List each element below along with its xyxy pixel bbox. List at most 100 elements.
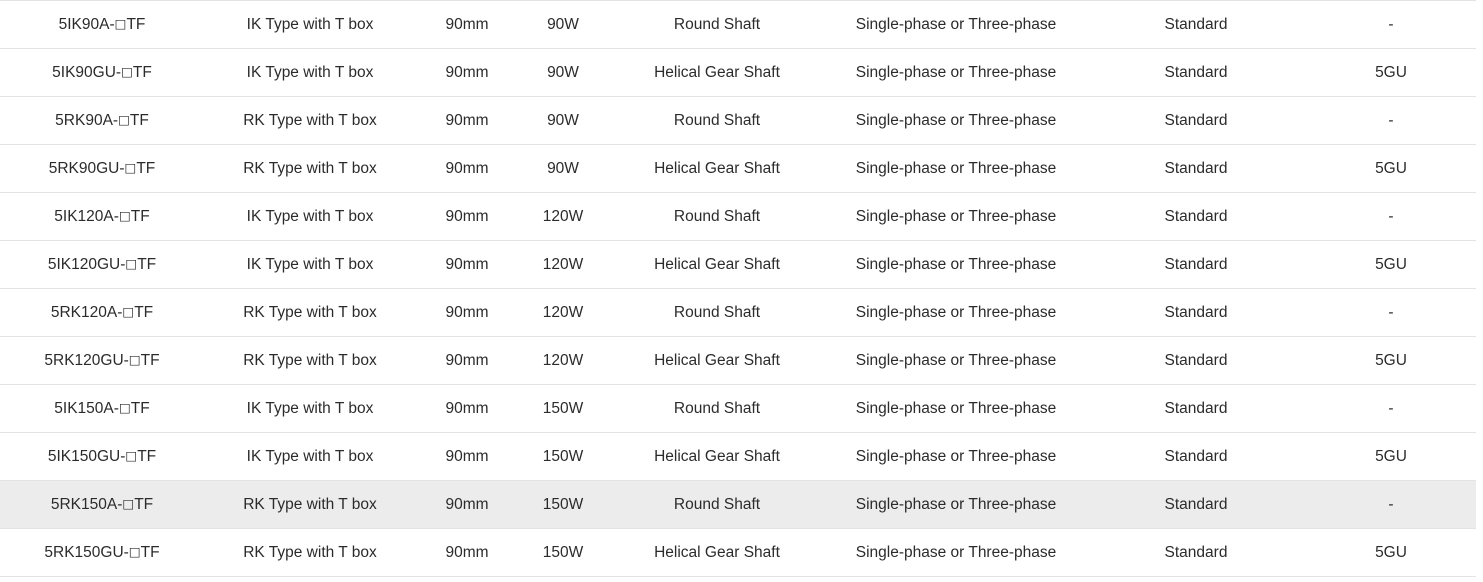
cell-power-supply-phase: Single-phase or Three-phase (826, 240, 1086, 289)
cell-output-power: 90W (518, 144, 608, 193)
cell-gearbox-grade: Standard (1086, 432, 1306, 481)
cell-model-code: 5IK90A-□TF (0, 0, 204, 49)
cell-model-code: 5RK90GU-□TF (0, 144, 204, 193)
cell-power-supply-phase: Single-phase or Three-phase (826, 288, 1086, 337)
cell-frame-size: 90mm (416, 48, 518, 97)
cell-frame-size: 90mm (416, 384, 518, 433)
cell-motor-type: RK Type with T box (204, 144, 416, 193)
cell-motor-type: RK Type with T box (204, 336, 416, 385)
cell-motor-type: IK Type with T box (204, 0, 416, 49)
cell-gearbox-grade: Standard (1086, 240, 1306, 289)
cell-frame-size: 90mm (416, 432, 518, 481)
cell-model-code: 5IK120A-□TF (0, 192, 204, 241)
table-row[interactable]: 5IK150GU-□TF IK Type with T box 90mm 150W He… (0, 432, 1476, 481)
placeholder-square-icon: □ (118, 399, 131, 415)
cell-shaft-type: Helical Gear Shaft (608, 336, 826, 385)
cell-frame-size: 90mm (416, 0, 518, 49)
cell-frame-size: 90mm (416, 336, 518, 385)
cell-frame-size: 90mm (416, 288, 518, 337)
cell-model-code: 5IK150A-□TF (0, 384, 204, 433)
cell-gearhead-model: 5GU (1306, 240, 1476, 289)
table-row[interactable]: 5IK90GU-□TF IK Type with T box 90mm 90W Heli… (0, 48, 1476, 97)
cell-motor-type: RK Type with T box (204, 480, 416, 529)
cell-model-code: 5RK150A-□TF (0, 480, 204, 529)
cell-model-code: 5IK150GU-□TF (0, 432, 204, 481)
cell-gearhead-model: 5GU (1306, 48, 1476, 97)
table-row[interactable]: 5IK150A-□TF IK Type with T box 90mm 150W Rou… (0, 384, 1476, 433)
cell-frame-size: 90mm (416, 96, 518, 145)
cell-output-power: 150W (518, 432, 608, 481)
cell-shaft-type: Round Shaft (608, 288, 826, 337)
cell-power-supply-phase: Single-phase or Three-phase (826, 528, 1086, 577)
table-row[interactable]: 5RK120GU-□TF RK Type with T box 90mm 120W He… (0, 336, 1476, 385)
cell-motor-type: IK Type with T box (204, 48, 416, 97)
cell-shaft-type: Round Shaft (608, 96, 826, 145)
cell-shaft-type: Helical Gear Shaft (608, 432, 826, 481)
cell-gearhead-model: - (1306, 192, 1476, 241)
cell-gearhead-model: - (1306, 0, 1476, 49)
placeholder-square-icon: □ (125, 255, 138, 271)
cell-frame-size: 90mm (416, 240, 518, 289)
cell-gearbox-grade: Standard (1086, 48, 1306, 97)
placeholder-square-icon: □ (124, 159, 137, 175)
cell-output-power: 120W (518, 240, 608, 289)
cell-motor-type: RK Type with T box (204, 288, 416, 337)
cell-shaft-type: Round Shaft (608, 192, 826, 241)
table-row[interactable]: 5RK90GU-□TF RK Type with T box 90mm 90W Heli… (0, 144, 1476, 193)
table-row[interactable]: 5RK90A-□TF RK Type with T box 90mm 90W Round… (0, 96, 1476, 145)
table-row[interactable]: 5IK120A-□TF IK Type with T box 90mm 120W Rou… (0, 192, 1476, 241)
cell-shaft-type: Round Shaft (608, 480, 826, 529)
cell-shaft-type: Helical Gear Shaft (608, 528, 826, 577)
cell-gearhead-model: 5GU (1306, 432, 1476, 481)
placeholder-square-icon: □ (128, 543, 141, 559)
cell-gearhead-model: 5GU (1306, 528, 1476, 577)
cell-power-supply-phase: Single-phase or Three-phase (826, 96, 1086, 145)
cell-motor-type: RK Type with T box (204, 96, 416, 145)
cell-shaft-type: Helical Gear Shaft (608, 240, 826, 289)
cell-gearhead-model: - (1306, 288, 1476, 337)
cell-gearbox-grade: Standard (1086, 480, 1306, 529)
placeholder-square-icon: □ (122, 495, 135, 511)
cell-frame-size: 90mm (416, 528, 518, 577)
cell-gearhead-model: 5GU (1306, 336, 1476, 385)
cell-model-code: 5RK150GU-□TF (0, 528, 204, 577)
table-row[interactable]: 5IK120GU-□TF IK Type with T box 90mm 120W He… (0, 240, 1476, 289)
cell-gearbox-grade: Standard (1086, 384, 1306, 433)
cell-output-power: 150W (518, 480, 608, 529)
cell-motor-type: RK Type with T box (204, 528, 416, 577)
table-row[interactable]: 5RK120A-□TF RK Type with T box 90mm 120W Rou… (0, 288, 1476, 337)
cell-power-supply-phase: Single-phase or Three-phase (826, 0, 1086, 49)
cell-shaft-type: Round Shaft (608, 384, 826, 433)
cell-gearhead-model: - (1306, 96, 1476, 145)
cell-model-code: 5RK120GU-□TF (0, 336, 204, 385)
cell-output-power: 150W (518, 528, 608, 577)
cell-power-supply-phase: Single-phase or Three-phase (826, 384, 1086, 433)
cell-shaft-type: Round Shaft (608, 0, 826, 49)
cell-output-power: 90W (518, 0, 608, 49)
cell-gearbox-grade: Standard (1086, 0, 1306, 49)
table-row[interactable]: 5RK150GU-□TF RK Type with T box 90mm 150W He… (0, 528, 1476, 577)
spec-table-container: 5IK90A-□TF IK Type with T box 90mm 90W Round… (0, 0, 1483, 582)
placeholder-square-icon: □ (118, 207, 131, 223)
cell-motor-type: IK Type with T box (204, 384, 416, 433)
cell-gearhead-model: 5GU (1306, 144, 1476, 193)
cell-frame-size: 90mm (416, 144, 518, 193)
cell-shaft-type: Helical Gear Shaft (608, 48, 826, 97)
cell-output-power: 120W (518, 192, 608, 241)
table-row[interactable]: 5RK150A-□TF RK Type with T box 90mm 150W Rou… (0, 480, 1476, 529)
table-row[interactable]: 5IK90A-□TF IK Type with T box 90mm 90W Round… (0, 0, 1476, 49)
cell-power-supply-phase: Single-phase or Three-phase (826, 336, 1086, 385)
cell-gearhead-model: - (1306, 384, 1476, 433)
placeholder-square-icon: □ (118, 111, 130, 127)
placeholder-square-icon: □ (114, 15, 127, 31)
cell-gearbox-grade: Standard (1086, 336, 1306, 385)
placeholder-square-icon: □ (128, 351, 141, 367)
cell-frame-size: 90mm (416, 192, 518, 241)
cell-output-power: 120W (518, 288, 608, 337)
cell-model-code: 5RK120A-□TF (0, 288, 204, 337)
cell-power-supply-phase: Single-phase or Three-phase (826, 192, 1086, 241)
cell-model-code: 5IK120GU-□TF (0, 240, 204, 289)
cell-motor-type: IK Type with T box (204, 432, 416, 481)
cell-gearbox-grade: Standard (1086, 528, 1306, 577)
placeholder-square-icon: □ (121, 63, 133, 79)
